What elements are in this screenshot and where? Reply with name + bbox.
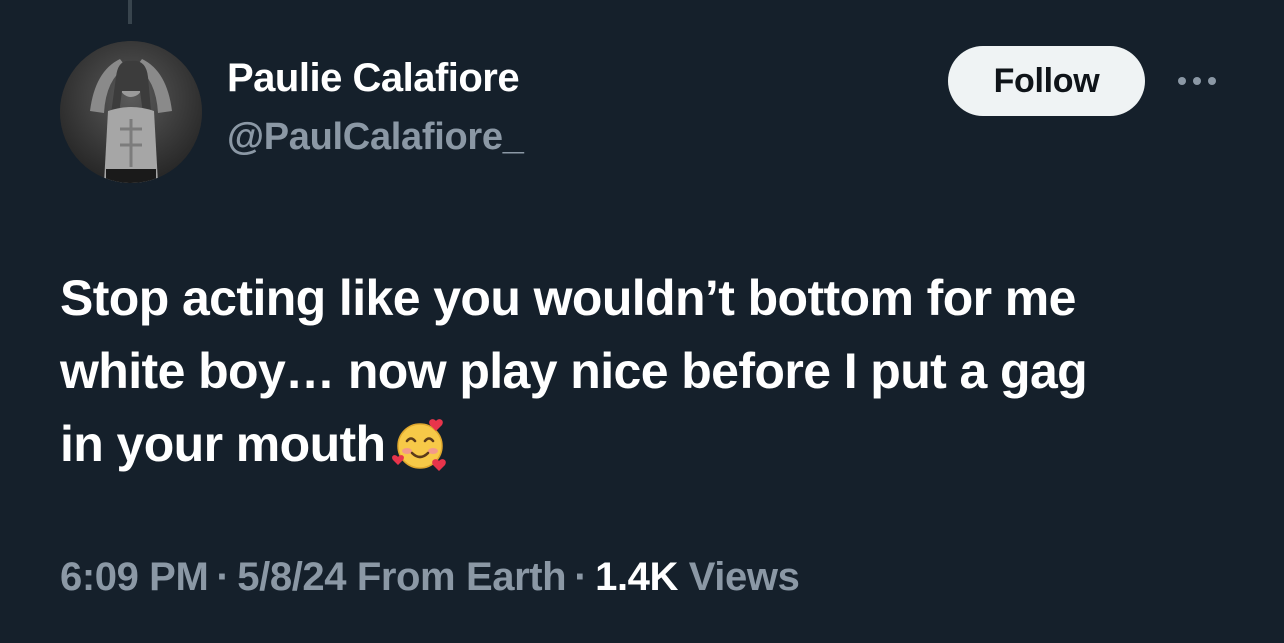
tweet-time[interactable]: 6:09 PM (60, 555, 209, 599)
ellipsis-icon (1178, 77, 1216, 85)
separator-dot: · (216, 555, 230, 599)
views-label[interactable]: Views (689, 555, 800, 599)
thread-connector-line (128, 0, 132, 24)
views-count[interactable]: 1.4K (595, 555, 678, 599)
tweet-text-line-1: Stop acting like you wouldn’t bottom for… (60, 270, 1076, 326)
follow-button[interactable]: Follow (948, 46, 1145, 116)
author-handle[interactable]: @PaulCalafiore_ (227, 116, 524, 159)
smiling-face-with-hearts-icon (391, 417, 448, 493)
tweet-date[interactable]: 5/8/24 (237, 555, 346, 599)
tweet-source: From Earth (356, 555, 567, 599)
tweet-text-line-3: in your mouth (60, 408, 1240, 493)
tweet-text-line-3-text: in your mouth (60, 416, 386, 472)
author-display-name[interactable]: Paulie Calafiore (227, 56, 520, 101)
tweet-text-line-2: white boy… now play nice before I put a … (60, 343, 1088, 399)
profile-photo-icon (60, 41, 202, 183)
tweet-card: Paulie Calafiore @PaulCalafiore_ Follow … (0, 0, 1284, 643)
tweet-text: Stop acting like you wouldn’t bottom for… (60, 262, 1240, 493)
avatar[interactable] (60, 41, 202, 183)
more-options-button[interactable] (1172, 63, 1222, 99)
tweet-metadata: 6:09 PM · 5/8/24 From Earth · 1.4K Views (60, 555, 800, 600)
separator-dot: · (574, 555, 588, 599)
